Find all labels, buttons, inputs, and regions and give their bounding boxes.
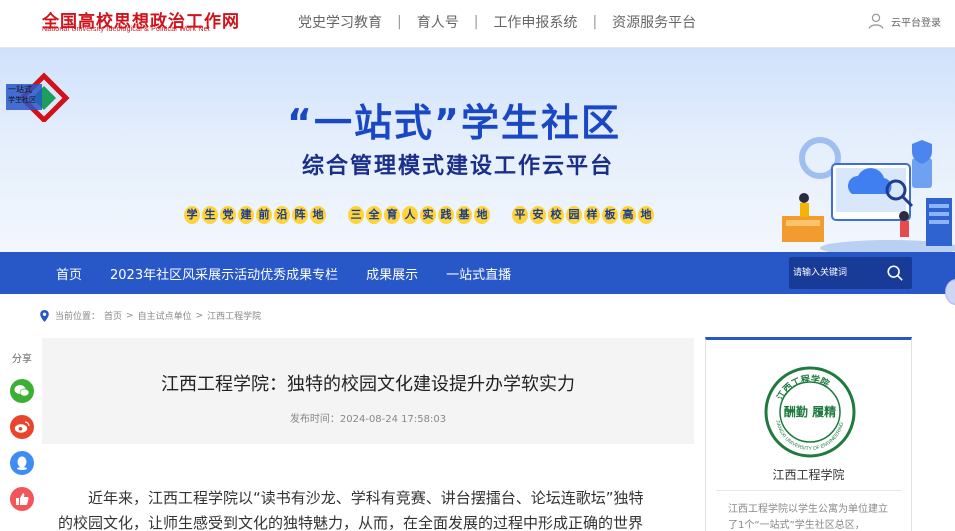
community-logo-text-2: 学生社区 — [8, 95, 36, 104]
slogan-party-building: 学生党建前沿阵地 — [184, 206, 326, 224]
slogan-char: 学 — [184, 206, 200, 224]
breadcrumb-label: 当前位置： — [55, 312, 101, 322]
slogan-char: 三 — [348, 206, 364, 224]
article-header: 江西工程学院：独特的校园文化建设提升办学软实力 发布时间：2024-08-24 … — [42, 338, 694, 444]
hero-banner: 一站式 学生社区 “一站式”学生社区 综合管理模式建设工作云平台 学生党建前沿阵… — [0, 48, 955, 252]
search-box — [789, 257, 912, 289]
slogan-char: 基 — [456, 206, 472, 224]
slogan-char: 生 — [202, 206, 218, 224]
like-icon[interactable] — [10, 487, 34, 511]
article-paragraph: 近年来，江西工程学院以“读书有沙龙、学科有竞赛、讲台摆擂台、论坛连歌坛”独特 — [58, 486, 676, 511]
top-bar: 全国高校思想政治工作网 National University Ideologi… — [0, 0, 955, 48]
site-logo-en: National University Ideological & Politi… — [42, 26, 210, 33]
nav-live[interactable]: 一站式直播 — [432, 264, 525, 283]
wechat-icon[interactable] — [10, 379, 34, 403]
breadcrumb-pilot-units[interactable]: 自主试点单位 — [138, 309, 192, 322]
community-logo: 一站式 学生社区 — [6, 72, 70, 122]
slogan-char: 前 — [256, 206, 272, 224]
article-body: 近年来，江西工程学院以“读书有沙龙、学科有竞赛、讲台摆擂台、论坛连歌坛”独特 的… — [58, 486, 676, 531]
breadcrumb: 当前位置： 首页 > 自主试点单位 > 江西工程学院 — [40, 309, 265, 322]
slogan-char: 高 — [620, 206, 636, 224]
slogan-char: 地 — [310, 206, 326, 224]
slogan-char: 育 — [384, 206, 400, 224]
slogan-char: 园 — [566, 206, 582, 224]
topnav-yurenhao[interactable]: 育人号 — [402, 12, 474, 32]
breadcrumb-current[interactable]: 江西工程学院 — [207, 309, 261, 322]
main-nav: 首页 2023年社区风采展示活动优秀成果专栏 成果展示 一站式直播 — [0, 252, 955, 294]
search-icon[interactable] — [886, 264, 904, 282]
qq-icon[interactable] — [10, 451, 34, 475]
slogan-char: 人 — [402, 206, 418, 224]
school-name[interactable]: 江西工程学院 — [706, 466, 911, 483]
side-float-tab[interactable] — [945, 279, 955, 305]
topnav-work-report[interactable]: 工作申报系统 — [478, 12, 592, 32]
topnav-resource-platform[interactable]: 资源服务平台 — [597, 12, 711, 32]
top-nav: 党史学习教育 | 育人号 | 工作申报系统 | 资源服务平台 — [283, 12, 711, 32]
panel-divider — [716, 490, 901, 491]
breadcrumb-sep: > — [126, 310, 134, 321]
school-seal-logo: 江西工程学院 JIANGXI UNIVERSITY OF ENGINEERING… — [764, 366, 856, 458]
article-line-1: 近年来，江西工程学院以“读书有沙龙、学科有竞赛、讲台摆擂台、论坛连歌坛”独特 — [88, 489, 644, 507]
slogan-char: 板 — [602, 206, 618, 224]
slogan-char: 全 — [366, 206, 382, 224]
slogan-char: 安 — [530, 206, 546, 224]
share-sidebar: 分享 — [8, 350, 36, 523]
article-title: 江西工程学院：独特的校园文化建设提升办学软实力 — [161, 374, 575, 395]
article-date: 发布时间：2024-08-24 17:58:03 — [42, 410, 694, 425]
location-pin-icon — [40, 309, 49, 322]
topnav-party-history[interactable]: 党史学习教育 — [283, 12, 397, 32]
slogan-char: 校 — [548, 206, 564, 224]
cloud-illustration — [782, 137, 955, 252]
school-description: 江西工程学院以学生公寓为单位建立了1个“一站式”学生社区总区， — [728, 504, 888, 531]
banner-subtitle: 综合管理模式建设工作云平台 — [302, 154, 615, 179]
breadcrumb-home[interactable]: 首页 — [104, 309, 122, 322]
seal-center-text: 酬勤 履精 — [784, 404, 836, 419]
weibo-icon[interactable] — [10, 415, 34, 439]
slogan-char: 党 — [220, 206, 236, 224]
search-input[interactable] — [793, 263, 879, 283]
article-line-2: 的校园文化，让师生感受到文化的独特魅力，从而，在全面发展的过程中形成正确的世界 — [58, 514, 644, 531]
banner-slogans: 学生党建前沿阵地 三全育人实践基地 平安校园样板高地 — [184, 206, 654, 224]
slogan-char: 实 — [420, 206, 436, 224]
slogan-char: 沿 — [274, 206, 290, 224]
banner-title: “一站式”学生社区 — [287, 101, 621, 145]
slogan-char: 阵 — [292, 206, 308, 224]
slogan-char: 地 — [474, 206, 490, 224]
article-date-label: 发布时间： — [289, 414, 340, 425]
login-label: 云平台登录 — [891, 17, 941, 29]
slogan-education: 三全育人实践基地 — [348, 206, 490, 224]
nav-home[interactable]: 首页 — [42, 264, 96, 283]
slogan-safe-campus: 平安校园样板高地 — [512, 206, 654, 224]
slogan-char: 样 — [584, 206, 600, 224]
slogan-char: 地 — [638, 206, 654, 224]
school-info-panel: 江西工程学院 JIANGXI UNIVERSITY OF ENGINEERING… — [705, 337, 912, 531]
nav-achievements[interactable]: 成果展示 — [352, 264, 432, 283]
slogan-char: 践 — [438, 206, 454, 224]
article-date-value: 2024-08-24 17:58:03 — [339, 414, 447, 425]
slogan-char: 建 — [238, 206, 254, 224]
user-icon — [868, 13, 884, 29]
nav-2023-showcase[interactable]: 2023年社区风采展示活动优秀成果专栏 — [96, 264, 352, 283]
breadcrumb-sep: > — [195, 310, 204, 321]
cloud-login-button[interactable]: 云平台登录 — [867, 12, 941, 30]
community-logo-text-1: 一站式 — [8, 84, 32, 94]
slogan-char: 平 — [512, 206, 528, 224]
share-label: 分享 — [12, 354, 32, 365]
